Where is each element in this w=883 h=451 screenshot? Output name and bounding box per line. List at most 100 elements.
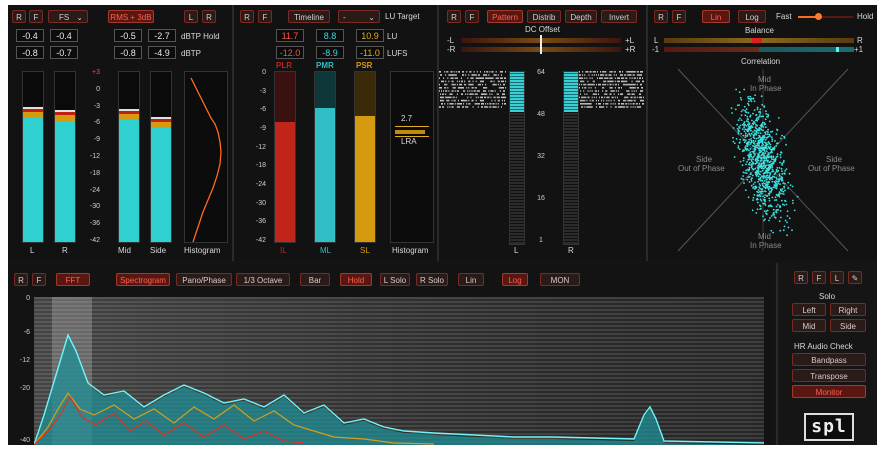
spectrum-button-spectrogram[interactable]: Spectrogram	[116, 273, 170, 286]
bandpass-button[interactable]: Bandpass	[792, 353, 866, 366]
solo-right-button[interactable]: Right	[830, 303, 866, 316]
spectrum-button-mon[interactable]: MON	[540, 273, 580, 286]
side-freeze-button[interactable]: F	[812, 271, 826, 284]
loudness-bar-top-label: PMR	[316, 61, 334, 70]
spectrum-scale-tick: -40	[19, 437, 30, 444]
pmr-value: 8.8	[316, 29, 344, 42]
mid-bottom-sub: In Phase	[750, 241, 782, 250]
loudness-histogram	[390, 71, 434, 243]
spectrum-button-pano-phase[interactable]: Pano/Phase	[176, 273, 232, 286]
log-button[interactable]: Log	[738, 10, 766, 23]
monitor-button[interactable]: Monitor	[792, 385, 866, 398]
depth-button[interactable]: Depth	[565, 10, 597, 23]
invert-button[interactable]: Invert	[601, 10, 637, 23]
balance-r: R	[857, 36, 863, 45]
speed-slider[interactable]	[798, 13, 853, 20]
peak-hold-side: -2.7	[148, 29, 176, 42]
rms-3db-button[interactable]: RMS + 3dB	[108, 10, 154, 23]
fs-dropdown[interactable]: FS ⌄	[48, 10, 88, 23]
peak-l: -0.8	[16, 46, 44, 59]
corr-reset-button[interactable]: R	[447, 10, 461, 23]
level-meter-peak	[23, 107, 43, 109]
gonio-freeze-button[interactable]: F	[672, 10, 686, 23]
level-scale-tick: -18	[89, 169, 100, 177]
spectrum-scale-tick: 0	[26, 295, 30, 302]
bit-scale-tick: 32	[537, 153, 545, 160]
histogram-label: Histogram	[184, 246, 221, 255]
loudness-bar-bottom-label: IL	[280, 246, 287, 255]
bit-scale-tick: 64	[537, 69, 545, 76]
side-right-label: Side	[826, 155, 843, 164]
lra-marker-top	[395, 126, 429, 127]
timeline-button[interactable]: Timeline	[288, 10, 330, 23]
bit-scale-tick: 48	[537, 111, 545, 118]
mid-top-sub: In Phase	[750, 84, 782, 93]
spectrum-button-r-solo[interactable]: R Solo	[416, 273, 448, 286]
distrib-button[interactable]: Distrib	[527, 10, 561, 23]
side-reset-button[interactable]: R	[794, 271, 808, 284]
pattern-button[interactable]: Pattern	[487, 10, 523, 23]
spectrum-scale-tick: -6	[23, 329, 30, 336]
bit-meter-right-empty	[564, 112, 578, 244]
level-scale-tick: +3	[92, 69, 100, 76]
level-meter-fill	[119, 110, 139, 242]
balance-label: Balance	[745, 26, 774, 35]
histogram-graph	[190, 77, 222, 242]
chevron-down-icon: ⌄	[76, 13, 83, 22]
spectrum-button-l-solo[interactable]: L Solo	[380, 273, 410, 286]
reset-button[interactable]: R	[12, 10, 26, 23]
level-meter-fill	[23, 108, 43, 242]
sl-value: -11.0	[356, 46, 384, 59]
dc-offset-label: DC Offset	[525, 25, 560, 34]
level-scale-tick: -24	[89, 186, 100, 194]
solo-title: Solo	[819, 292, 836, 301]
spectrum-button-r[interactable]: R	[14, 273, 28, 286]
spectrum-button-bar[interactable]: Bar	[300, 273, 330, 286]
loudness-scale-tick: -30	[255, 199, 266, 207]
dc-left-bottom: -R	[447, 45, 456, 54]
transpose-button[interactable]: Transpose	[792, 369, 866, 382]
lin-button[interactable]: Lin	[702, 10, 730, 23]
loudness-scale-tick: -3	[259, 87, 266, 95]
level-meter-label: R	[62, 246, 68, 255]
left-channel-button[interactable]: L	[184, 10, 198, 23]
spectrum-button-hold[interactable]: Hold	[340, 273, 372, 286]
psr-value: 10.9	[356, 29, 384, 42]
loudness-bar-bottom-label: SL	[360, 246, 370, 255]
solo-mid-button[interactable]: Mid	[792, 319, 826, 332]
bit-left-label: L	[514, 246, 519, 255]
spectrum-button-1-3-octave[interactable]: 1/3 Octave	[236, 273, 290, 286]
corr-freeze-button[interactable]: F	[465, 10, 479, 23]
side-left-sub: Out of Phase	[678, 164, 725, 173]
solo-side-button[interactable]: Side	[830, 319, 866, 332]
spectrum-button-fft[interactable]: FFT	[56, 273, 90, 286]
bit-meter-left-fill	[510, 72, 524, 112]
loudness-freeze-button[interactable]: F	[258, 10, 272, 23]
right-channel-button[interactable]: R	[202, 10, 216, 23]
level-scale-tick: -3	[93, 102, 100, 110]
chevron-down-icon: ⌄	[368, 13, 375, 22]
side-control-panel: R F L ✎ Solo Left Right Mid Side HR Audi…	[776, 263, 877, 445]
spectrum-button-f[interactable]: F	[32, 273, 46, 286]
level-meter-label: Mid	[118, 246, 131, 255]
speed-slider-knob[interactable]	[815, 13, 822, 20]
loudness-scale-tick: -18	[255, 162, 266, 170]
peak-side: -4.9	[148, 46, 176, 59]
freeze-button[interactable]: F	[29, 10, 43, 23]
bit-meter-left	[509, 71, 525, 245]
balance-l: L	[654, 36, 659, 45]
lra-value: 2.7	[401, 114, 413, 123]
bit-scale-tick: 16	[537, 195, 545, 202]
pen-icon[interactable]: ✎	[848, 271, 862, 284]
lu-target-dropdown[interactable]: - ⌄	[338, 10, 380, 23]
loudness-scale-tick: -6	[259, 106, 266, 114]
solo-left-button[interactable]: Left	[792, 303, 826, 316]
spectrogram-display	[34, 297, 764, 445]
spl-logo: spl	[804, 413, 854, 441]
correlation-neg: -1	[652, 45, 660, 54]
gonio-reset-button[interactable]: R	[654, 10, 668, 23]
side-link-button[interactable]: L	[830, 271, 844, 284]
loudness-reset-button[interactable]: R	[240, 10, 254, 23]
spectrum-button-lin[interactable]: Lin	[458, 273, 484, 286]
spectrum-button-log[interactable]: Log	[502, 273, 528, 286]
